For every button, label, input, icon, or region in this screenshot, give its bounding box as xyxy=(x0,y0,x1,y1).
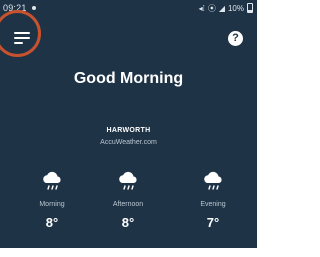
status-bar: 09:21 ◂⁞ ⦿ ◢ 10% xyxy=(0,0,257,16)
forecast-temperature: 8° xyxy=(121,215,135,230)
forecast-temperature: 8° xyxy=(45,215,59,230)
battery-icon xyxy=(247,3,253,13)
screen: 09:21 ◂⁞ ⦿ ◢ 10% ? Good Morning HARWORTH… xyxy=(0,0,257,257)
forecast-afternoon: Afternoon 8° xyxy=(93,170,163,230)
battery-text: 10% xyxy=(227,3,244,13)
location-name: HARWORTH xyxy=(106,127,151,134)
forecast-row: Morning 8° Afternoon 8° Evening 7° xyxy=(0,170,257,242)
rain-cloud-icon xyxy=(119,171,137,190)
forecast-label: Morning xyxy=(39,201,65,208)
hamburger-menu-icon[interactable] xyxy=(14,30,30,44)
help-button[interactable]: ? xyxy=(228,31,243,46)
forecast-temperature: 7° xyxy=(206,215,220,230)
rain-cloud-icon xyxy=(204,171,222,190)
status-icons: ◂⁞ ⦿ ◢ 10% xyxy=(199,3,253,13)
app-container: 09:21 ◂⁞ ⦿ ◢ 10% ? Good Morning HARWORTH… xyxy=(0,0,257,248)
forecast-label: Afternoon xyxy=(112,201,144,208)
mute-icon: ◂⁞ xyxy=(198,3,205,13)
greeting-title: Good Morning xyxy=(73,70,184,87)
location-icon: ⦿ xyxy=(207,3,216,13)
weather-source: AccuWeather.com xyxy=(100,139,157,146)
rain-cloud-icon xyxy=(43,171,61,190)
notification-dot-icon xyxy=(32,6,36,10)
forecast-label: Evening xyxy=(200,201,226,208)
signal-icon: ◢ xyxy=(218,3,225,13)
forecast-evening: Evening 7° xyxy=(178,170,248,230)
forecast-morning: Morning 8° xyxy=(17,170,87,230)
status-time: 09:21 xyxy=(3,3,27,13)
